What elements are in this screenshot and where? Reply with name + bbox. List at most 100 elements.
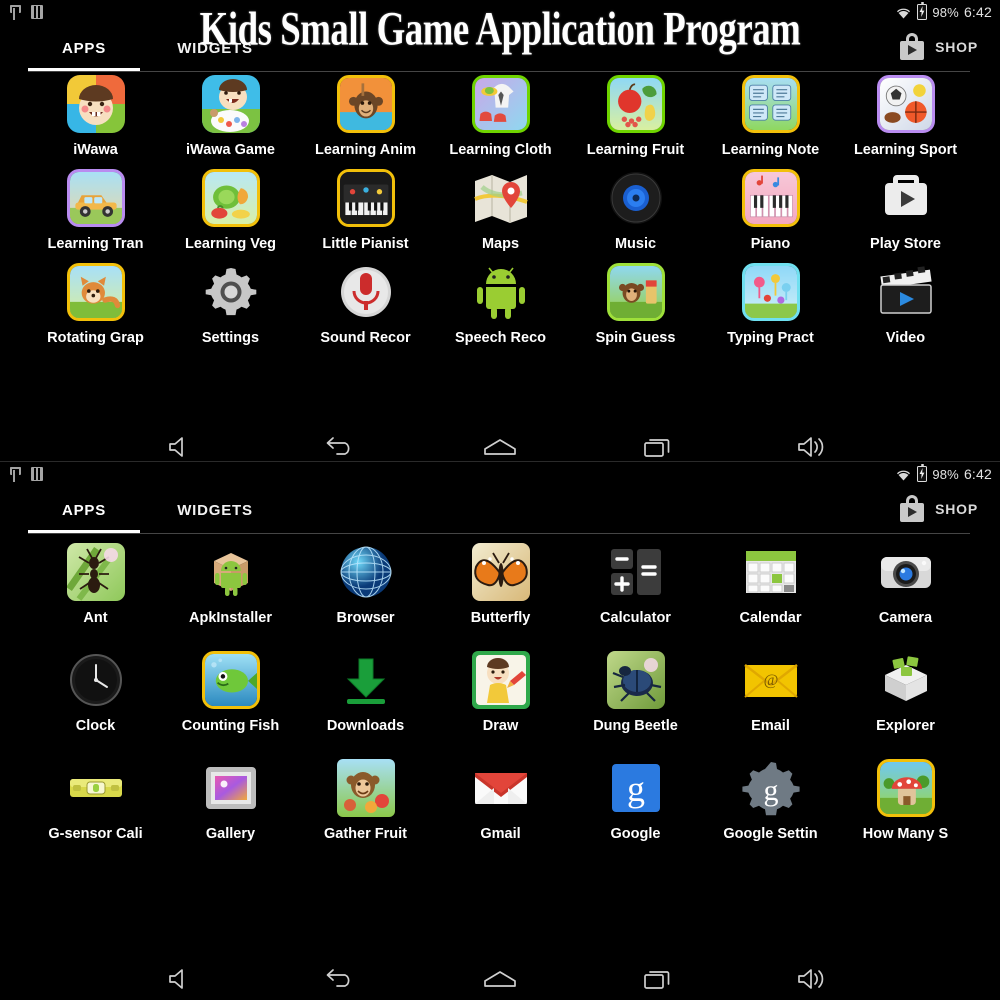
app-item-learning-anim[interactable]: Learning Anim [298, 72, 433, 158]
volume-up-icon [798, 969, 824, 989]
app-icon-wrap [568, 540, 703, 604]
status-bar-right-icons-2: 98% 6:42 [895, 462, 992, 486]
app-icon-wrap [163, 540, 298, 604]
app-label: Maps [481, 236, 520, 252]
app-item-learning-veg[interactable]: Learning Veg [163, 166, 298, 252]
app-item-gallery[interactable]: Gallery [163, 756, 298, 842]
app-item-gmail[interactable]: Gmail [433, 756, 568, 842]
app-label: Learning Sport [853, 142, 958, 158]
recents-button[interactable] [623, 952, 693, 1000]
app-item-iwawa-game[interactable]: iWawa Game [163, 72, 298, 158]
home-icon [484, 971, 516, 987]
back-button[interactable] [305, 952, 375, 1000]
app-item-speech-reco[interactable]: Speech Reco [433, 260, 568, 346]
app-label: Explorer [876, 718, 935, 734]
app-item-downloads[interactable]: Downloads [298, 648, 433, 734]
app-item-sound-recor[interactable]: Sound Recor [298, 260, 433, 346]
shop-button-bottom[interactable]: SHOP [900, 495, 978, 522]
app-icon-wrap [703, 72, 838, 136]
app-item-browser[interactable]: Browser [298, 540, 433, 626]
browser-icon [337, 543, 395, 601]
app-icon-wrap [298, 72, 433, 136]
app-item-g-sensor-cali[interactable]: G-sensor Cali [28, 756, 163, 842]
app-item-google-settin[interactable]: g Google Settin [703, 756, 838, 842]
app-item-music[interactable]: Music [568, 166, 703, 252]
spin-guess-icon [606, 263, 665, 321]
app-label: Draw [482, 718, 519, 734]
app-item-butterfly[interactable]: Butterfly [433, 540, 568, 626]
volume-down-button[interactable] [147, 952, 217, 1000]
app-label: Learning Fruit [586, 142, 685, 158]
app-item-clock[interactable]: Clock [28, 648, 163, 734]
app-label: Speech Reco [454, 330, 547, 346]
clock-time: 6:42 [963, 466, 992, 482]
iwawa-icon [66, 75, 125, 133]
app-icon-wrap [703, 540, 838, 604]
volume-up-icon [798, 437, 824, 457]
status-bar-left-icons [8, 0, 43, 24]
app-item-learning-cloth[interactable]: Learning Cloth [433, 72, 568, 158]
usb-icon [8, 466, 21, 482]
app-item-little-pianist[interactable]: Little Pianist [298, 166, 433, 252]
learning-note-icon [741, 75, 800, 133]
app-item-play-store[interactable]: Play Store [838, 166, 973, 252]
volume-up-button[interactable] [780, 952, 850, 1000]
app-item-camera[interactable]: Camera [838, 540, 973, 626]
app-item-iwawa[interactable]: iWawa [28, 72, 163, 158]
app-item-explorer[interactable]: Explorer [838, 648, 973, 734]
clock-icon [67, 651, 125, 709]
app-label: Learning Anim [315, 142, 416, 158]
app-icon-wrap [433, 260, 568, 324]
home-button[interactable] [465, 952, 535, 1000]
app-icon-wrap [568, 260, 703, 324]
tab-apps[interactable]: APPS [28, 486, 140, 534]
video-icon [877, 263, 935, 321]
app-item-video[interactable]: Video [838, 260, 973, 346]
app-item-maps[interactable]: Maps [433, 166, 568, 252]
app-item-learning-sport[interactable]: Learning Sport [838, 72, 973, 158]
little-pianist-icon [336, 169, 395, 227]
counting-fish-icon [201, 651, 260, 709]
app-item-rotating-grap[interactable]: Rotating Grap [28, 260, 163, 346]
app-icon-wrap [433, 540, 568, 604]
app-label: Butterfly [470, 610, 531, 626]
app-item-dung-beetle[interactable]: Dung Beetle [568, 648, 703, 734]
app-item-learning-note[interactable]: Learning Note [703, 72, 838, 158]
tab-widgets[interactable]: WIDGETS [140, 486, 290, 534]
play-store-icon [877, 169, 935, 227]
app-label: iWawa [73, 142, 118, 158]
app-item-counting-fish[interactable]: Counting Fish [163, 648, 298, 734]
app-label: Video [885, 330, 926, 346]
app-label: Typing Pract [727, 330, 814, 346]
app-item-learning-tran[interactable]: Learning Tran [28, 166, 163, 252]
app-item-typing-pract[interactable]: Typing Pract [703, 260, 838, 346]
app-icon-wrap [433, 166, 568, 230]
app-item-piano[interactable]: Piano [703, 166, 838, 252]
gmail-icon [472, 759, 530, 817]
explorer-icon [877, 651, 935, 709]
recents-icon [644, 971, 670, 989]
app-item-google[interactable]: g Google [568, 756, 703, 842]
app-item-gather-fruit[interactable]: Gather Fruit [298, 756, 433, 842]
app-item-calculator[interactable]: Calculator [568, 540, 703, 626]
piano-icon [741, 169, 800, 227]
app-icon-wrap: g [703, 756, 838, 820]
page-title-overlay: Kids Small Game Application Program [199, 2, 801, 56]
app-item-calendar[interactable]: Calendar [703, 540, 838, 626]
app-item-learning-fruit[interactable]: Learning Fruit [568, 72, 703, 158]
app-item-settings[interactable]: Settings [163, 260, 298, 346]
app-item-draw[interactable]: Draw [433, 648, 568, 734]
butterfly-icon [471, 543, 530, 601]
camera-icon [877, 543, 935, 601]
app-icon-wrap: g [568, 756, 703, 820]
app-item-how-many-s[interactable]: How Many S [838, 756, 973, 842]
rotating-graphic-icon [66, 263, 125, 321]
app-item-ant[interactable]: Ant [28, 540, 163, 626]
app-item-spin-guess[interactable]: Spin Guess [568, 260, 703, 346]
app-item-apkinstaller[interactable]: ApkInstaller [163, 540, 298, 626]
status-bar-left-icons-2 [8, 462, 43, 486]
app-icon-wrap [163, 260, 298, 324]
app-item-email[interactable]: @ Email [703, 648, 838, 734]
app-icon-wrap [838, 166, 973, 230]
app-label: Counting Fish [181, 718, 280, 734]
